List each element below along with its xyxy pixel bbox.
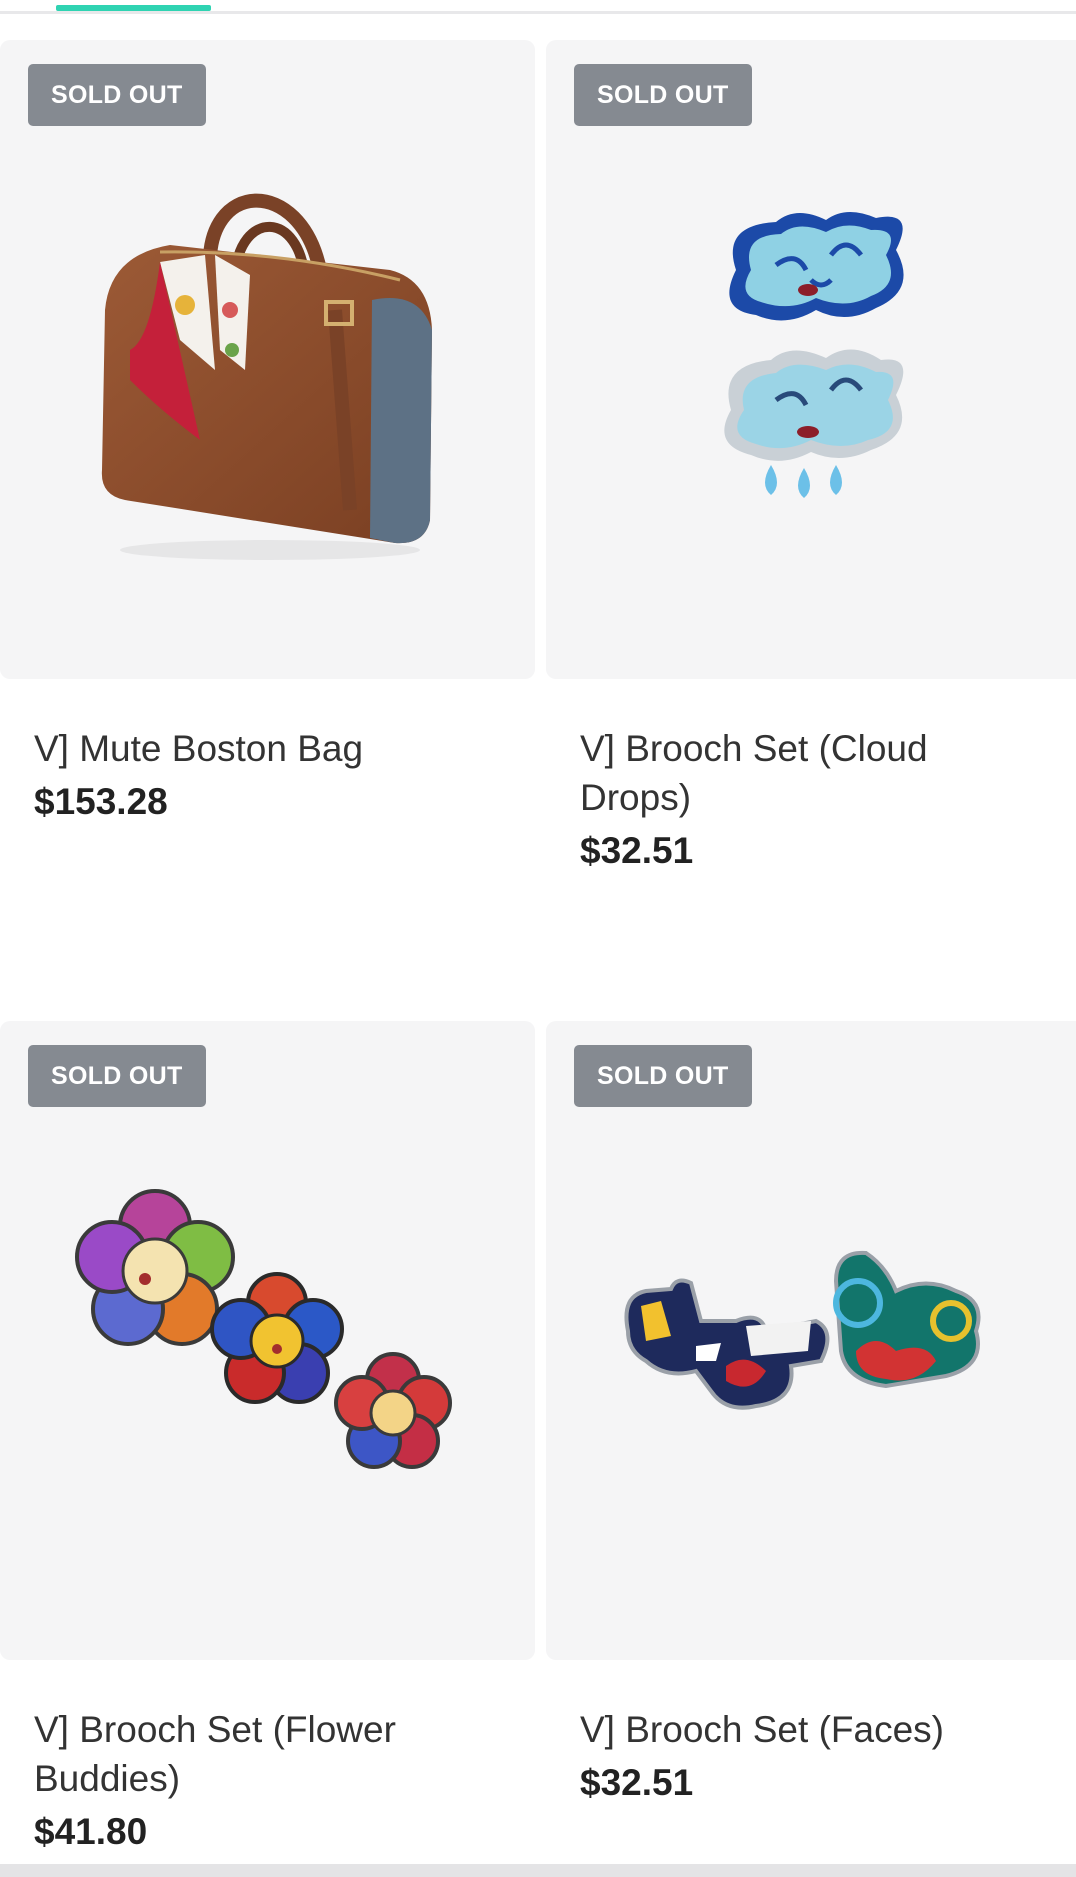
product-card[interactable]: SOLD OUT V] Mute Boston Bag $153.28 [0, 40, 535, 827]
sold-out-badge: SOLD OUT [28, 1045, 206, 1107]
sold-out-badge: SOLD OUT [574, 64, 752, 126]
product-name[interactable]: V] Brooch Set (Cloud Drops) [580, 724, 1000, 822]
boston-bag-icon [101, 193, 432, 560]
product-price: $32.51 [580, 1762, 694, 1803]
product-image[interactable]: SOLD OUT [0, 40, 535, 679]
product-name[interactable]: V] Mute Boston Bag [34, 724, 454, 773]
product-price: $153.28 [34, 781, 168, 822]
product-price: $32.51 [580, 830, 694, 871]
cloud-brooch-icon [724, 211, 904, 498]
faces-brooch-icon [624, 1250, 981, 1410]
product-card[interactable]: SOLD OUT V] Brooch Set (Flower Buddies) … [0, 1021, 535, 1857]
sold-out-badge: SOLD OUT [574, 1045, 752, 1107]
product-price: $41.80 [34, 1811, 148, 1852]
product-image[interactable]: SOLD OUT [0, 1021, 535, 1660]
product-name[interactable]: V] Brooch Set (Flower Buddies) [34, 1705, 454, 1803]
flower-brooch-icon [75, 1189, 452, 1469]
tab-bar [0, 0, 1076, 14]
bottom-divider [0, 1864, 1076, 1877]
product-image[interactable]: SOLD OUT [546, 1021, 1076, 1660]
product-name[interactable]: V] Brooch Set (Faces) [580, 1705, 1000, 1754]
sold-out-badge: SOLD OUT [28, 64, 206, 126]
product-image[interactable]: SOLD OUT [546, 40, 1076, 679]
active-tab-indicator [56, 5, 211, 11]
product-card[interactable]: SOLD OUT V] Brooch Set (Cloud Drops) $32… [546, 40, 1076, 876]
product-card[interactable]: SOLD OUT V] Brooch Set (Faces) $32.51 [546, 1021, 1076, 1808]
